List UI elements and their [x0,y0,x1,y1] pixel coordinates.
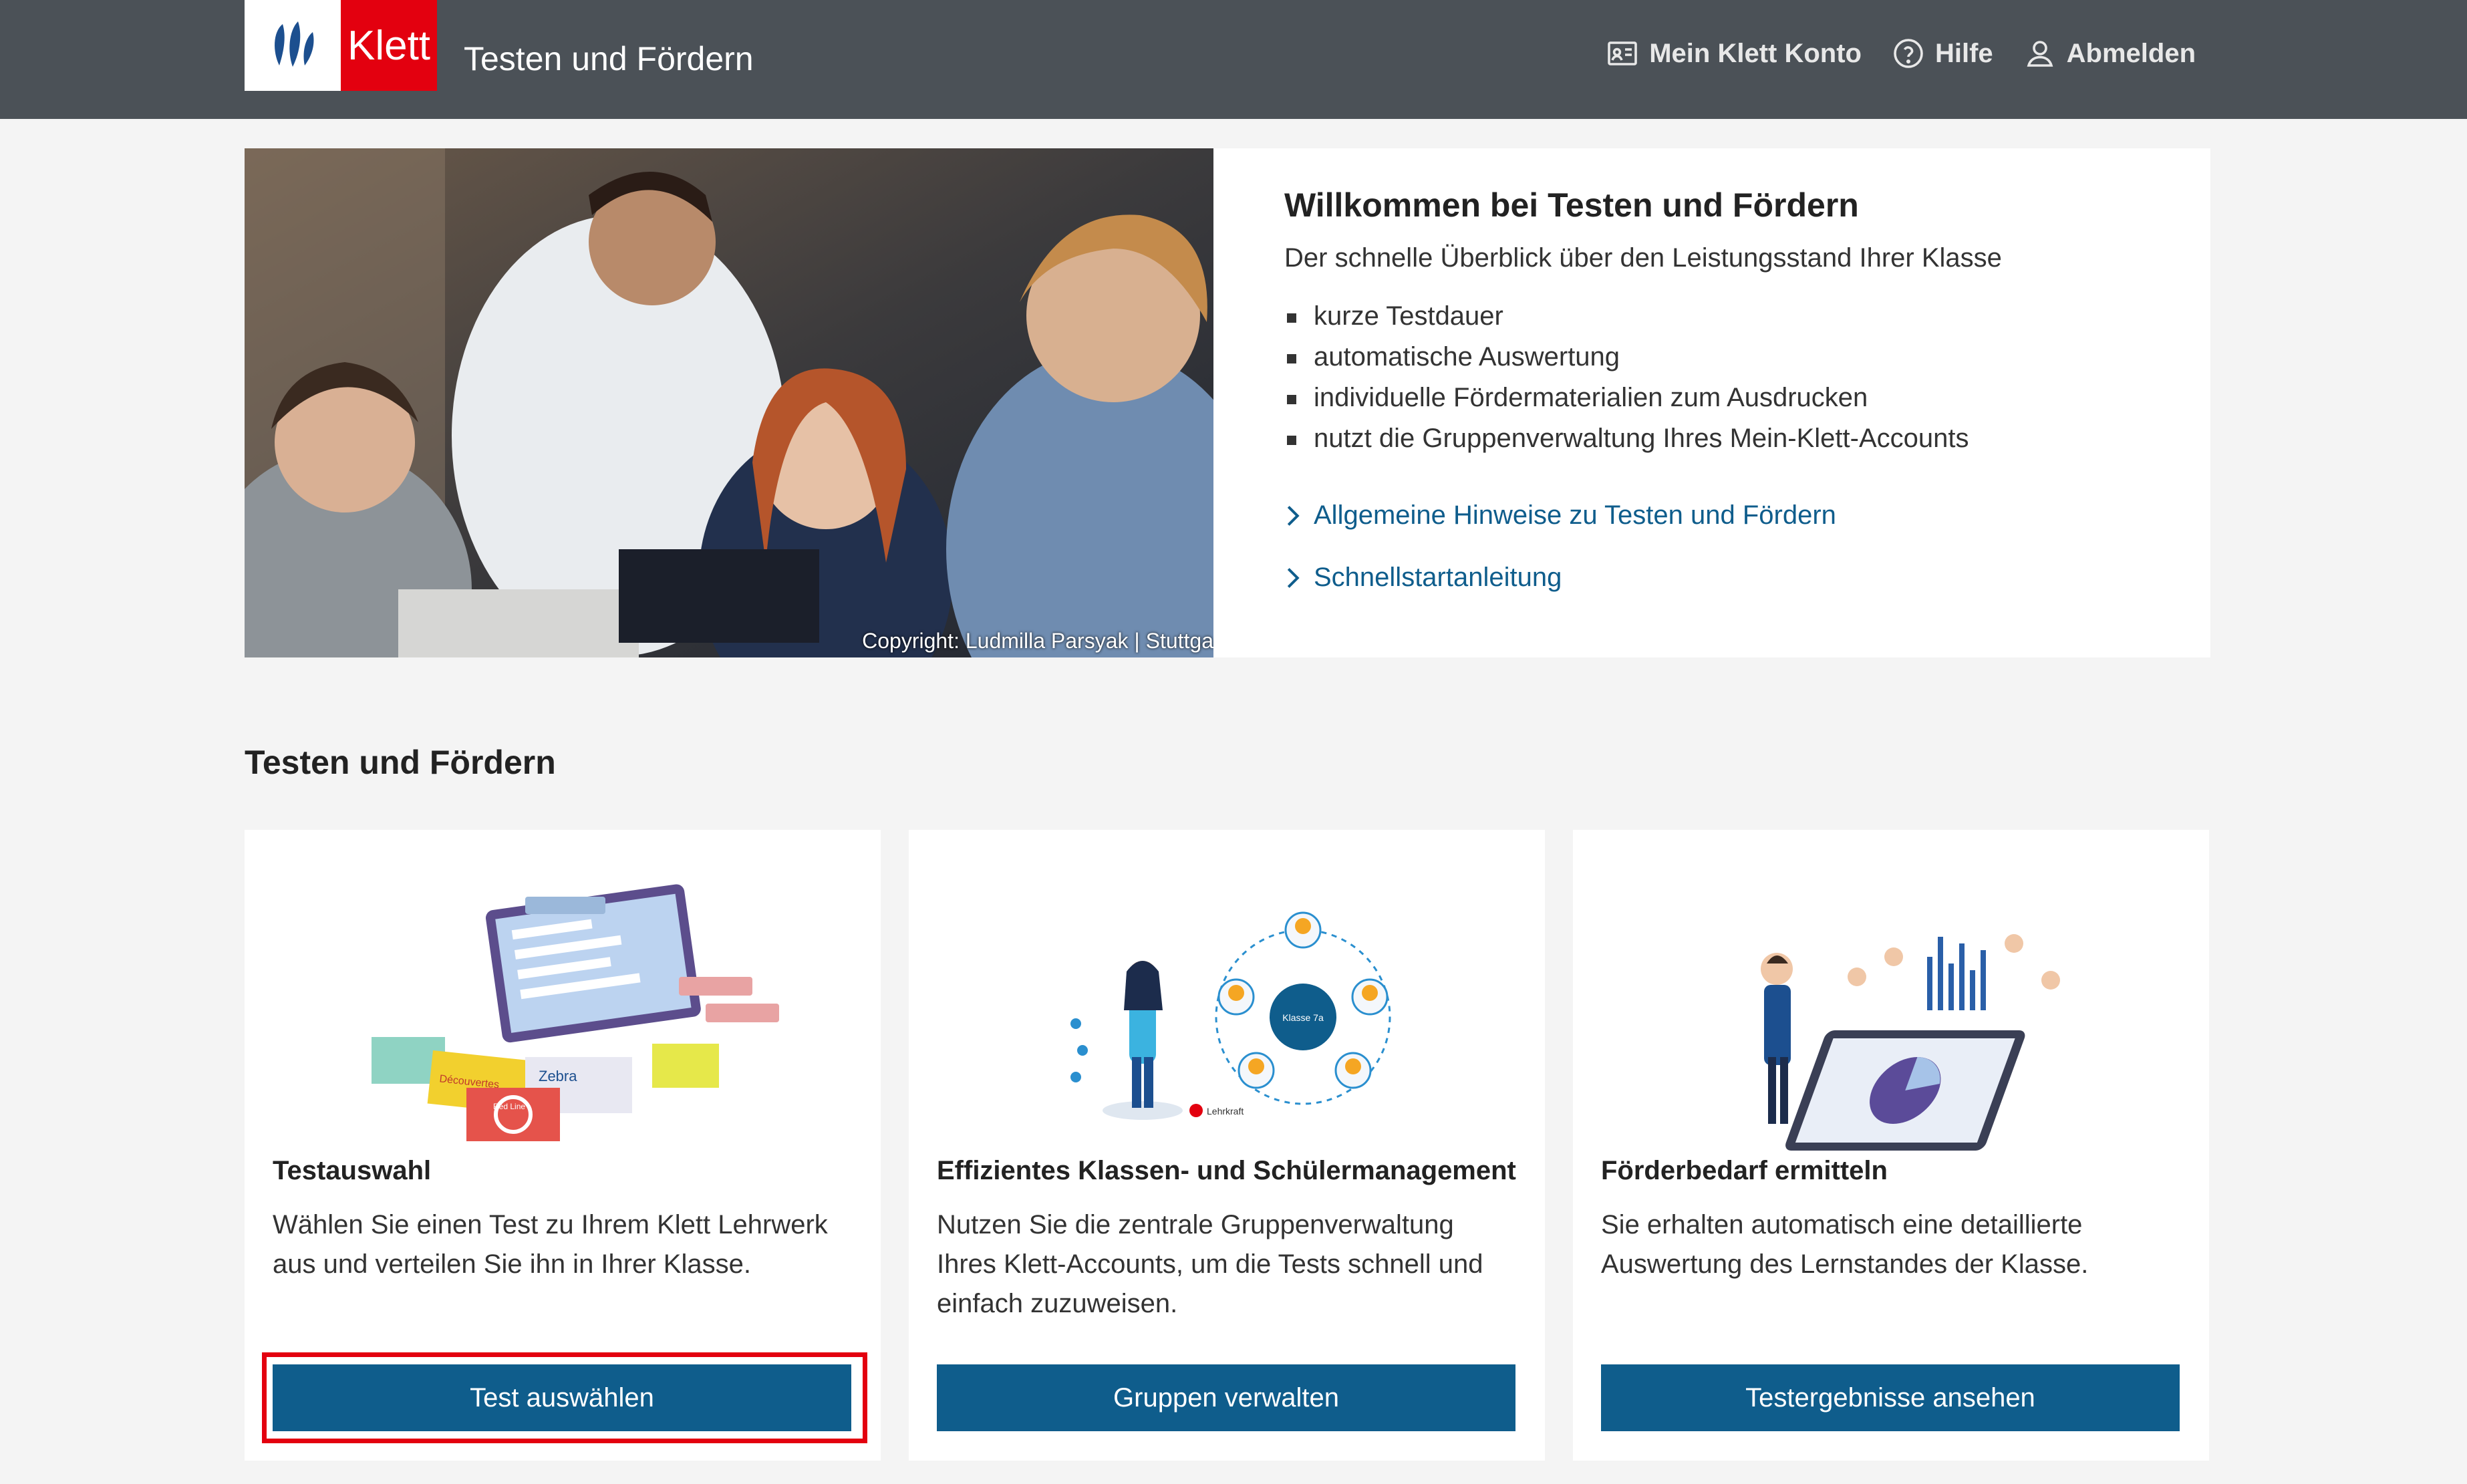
help-circle-icon [1894,39,1923,68]
image-copyright: Copyright: Ludmilla Parsyak | Stuttga [862,629,1213,653]
feature-item: kurze Testdauer [1284,296,2002,337]
card-foerderbedarf: Förderbedarf ermitteln Sie erhalten auto… [1573,830,2209,1461]
top-nav: Mein Klett Konto Hilfe Abmelden [1606,37,2196,69]
info-links: Allgemeine Hinweise zu Testen und Förder… [1284,500,2002,593]
logo-wordmark: Klett [341,0,437,91]
card-testauswahl: Découvertes Zebra Red Line Testauswahl W… [245,830,881,1461]
chevron-right-icon [1287,505,1300,526]
id-card-icon [1608,41,1638,65]
welcome-subtitle: Der schnelle Überblick über den Leistung… [1284,243,2002,273]
chevron-right-icon [1287,567,1300,588]
klasse-label: Klasse 7a [1282,1012,1324,1023]
nav-abmelden[interactable]: Abmelden [2024,37,2196,69]
red-line-label: Red Line [493,1102,525,1111]
link-label: Allgemeine Hinweise zu Testen und Förder… [1314,500,1836,530]
section-title: Testen und Fördern [245,744,556,781]
nav-hilfe[interactable]: Hilfe [1892,37,1993,69]
feature-list: kurze Testdauer automatische Auswertung … [1284,296,2002,459]
card-description: Sie erhalten automatisch eine detaillier… [1601,1210,2089,1279]
klett-logo[interactable]: Klett [245,0,437,91]
card-description: Wählen Sie einen Test zu Ihrem Klett Leh… [273,1210,828,1279]
card-title: Förderbedarf ermitteln [1601,1156,1888,1185]
nav-label: Abmelden [2066,38,2196,68]
lehrkraft-label: Lehrkraft [1207,1106,1244,1117]
card-title: Effizientes Klassen- und Schülermanageme… [937,1156,1516,1185]
top-bar: Klett Testen und Fördern Mein Klett Kont… [0,0,2467,119]
feature-item: nutzt die Gruppenverwaltung Ihres Mein-K… [1284,418,2002,459]
app-title: Testen und Fördern [464,40,754,78]
zebra-label: Zebra [539,1068,577,1084]
welcome-title: Willkommen bei Testen und Fördern [1284,186,1859,224]
card-klassenmanagement: Klasse 7a Lehrkraft Effizientes Klassen-… [909,830,1545,1461]
card-description: Nutzen Sie die zentrale Gruppenverwaltun… [937,1210,1483,1318]
feature-item: individuelle Fördermaterialien zum Ausdr… [1284,378,2002,418]
user-icon [2027,41,2053,67]
gruppen-verwalten-button[interactable]: Gruppen verwalten [937,1364,1515,1431]
feature-item: automatische Auswertung [1284,337,2002,378]
card-title: Testauswahl [273,1156,432,1185]
nav-mein-klett-konto[interactable]: Mein Klett Konto [1606,37,1862,69]
link-schnellstartanleitung[interactable]: Schnellstartanleitung [1284,563,2002,593]
welcome-panel: Copyright: Ludmilla Parsyak | Stuttga Wi… [245,148,2210,657]
testergebnisse-ansehen-button[interactable]: Testergebnisse ansehen [1601,1364,2180,1431]
test-auswaehlen-button[interactable]: Test auswählen [273,1364,851,1431]
klett-leaf-icon [245,0,341,91]
welcome-text: Willkommen bei Testen und Fördern Der sc… [1213,148,2002,657]
nav-label: Mein Klett Konto [1649,38,1862,68]
link-label: Schnellstartanleitung [1314,563,1562,592]
nav-label: Hilfe [1934,38,1993,68]
link-allgemeine-hinweise[interactable]: Allgemeine Hinweise zu Testen und Förder… [1284,500,2002,531]
feature-cards: Découvertes Zebra Red Line Testauswahl W… [245,830,2209,1461]
classroom-photo: Copyright: Ludmilla Parsyak | Stuttga [245,148,1213,657]
